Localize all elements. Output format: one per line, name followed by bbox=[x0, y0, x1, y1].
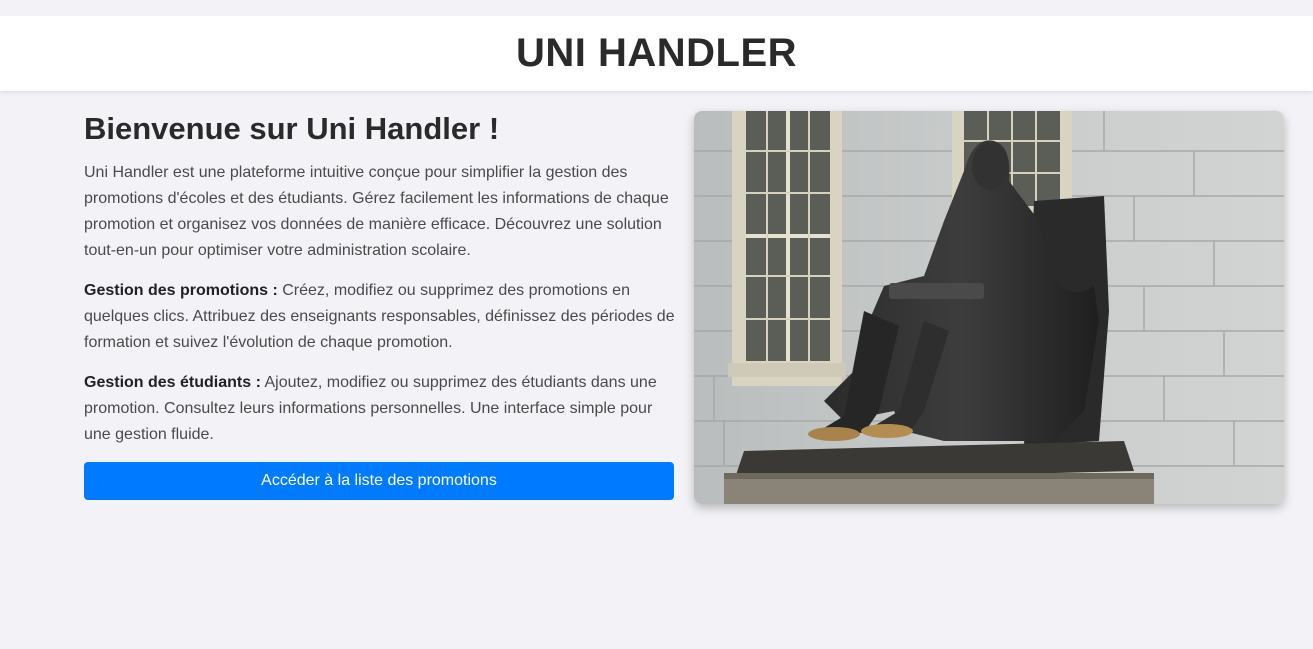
hero-image bbox=[694, 111, 1284, 504]
feature-promotions-label: Gestion des promotions : bbox=[84, 282, 278, 299]
feature-students-label: Gestion des étudiants : bbox=[84, 374, 261, 391]
statue-photo bbox=[694, 111, 1284, 504]
app-header: UNI HANDLER bbox=[0, 16, 1313, 91]
page-title: Bienvenue sur Uni Handler ! bbox=[84, 111, 500, 146]
app-title: UNI HANDLER bbox=[515, 31, 798, 75]
feature-promotions: Gestion des promotions : Créez, modifiez… bbox=[84, 278, 676, 356]
promotions-list-button[interactable]: Accéder à la liste des promotions bbox=[84, 462, 674, 500]
welcome-section: Bienvenue sur Uni Handler ! Uni Handler … bbox=[84, 108, 676, 500]
intro-paragraph: Uni Handler est une plateforme intuitive… bbox=[84, 164, 669, 259]
feature-students: Gestion des étudiants : Ajoutez, modifie… bbox=[84, 370, 676, 448]
